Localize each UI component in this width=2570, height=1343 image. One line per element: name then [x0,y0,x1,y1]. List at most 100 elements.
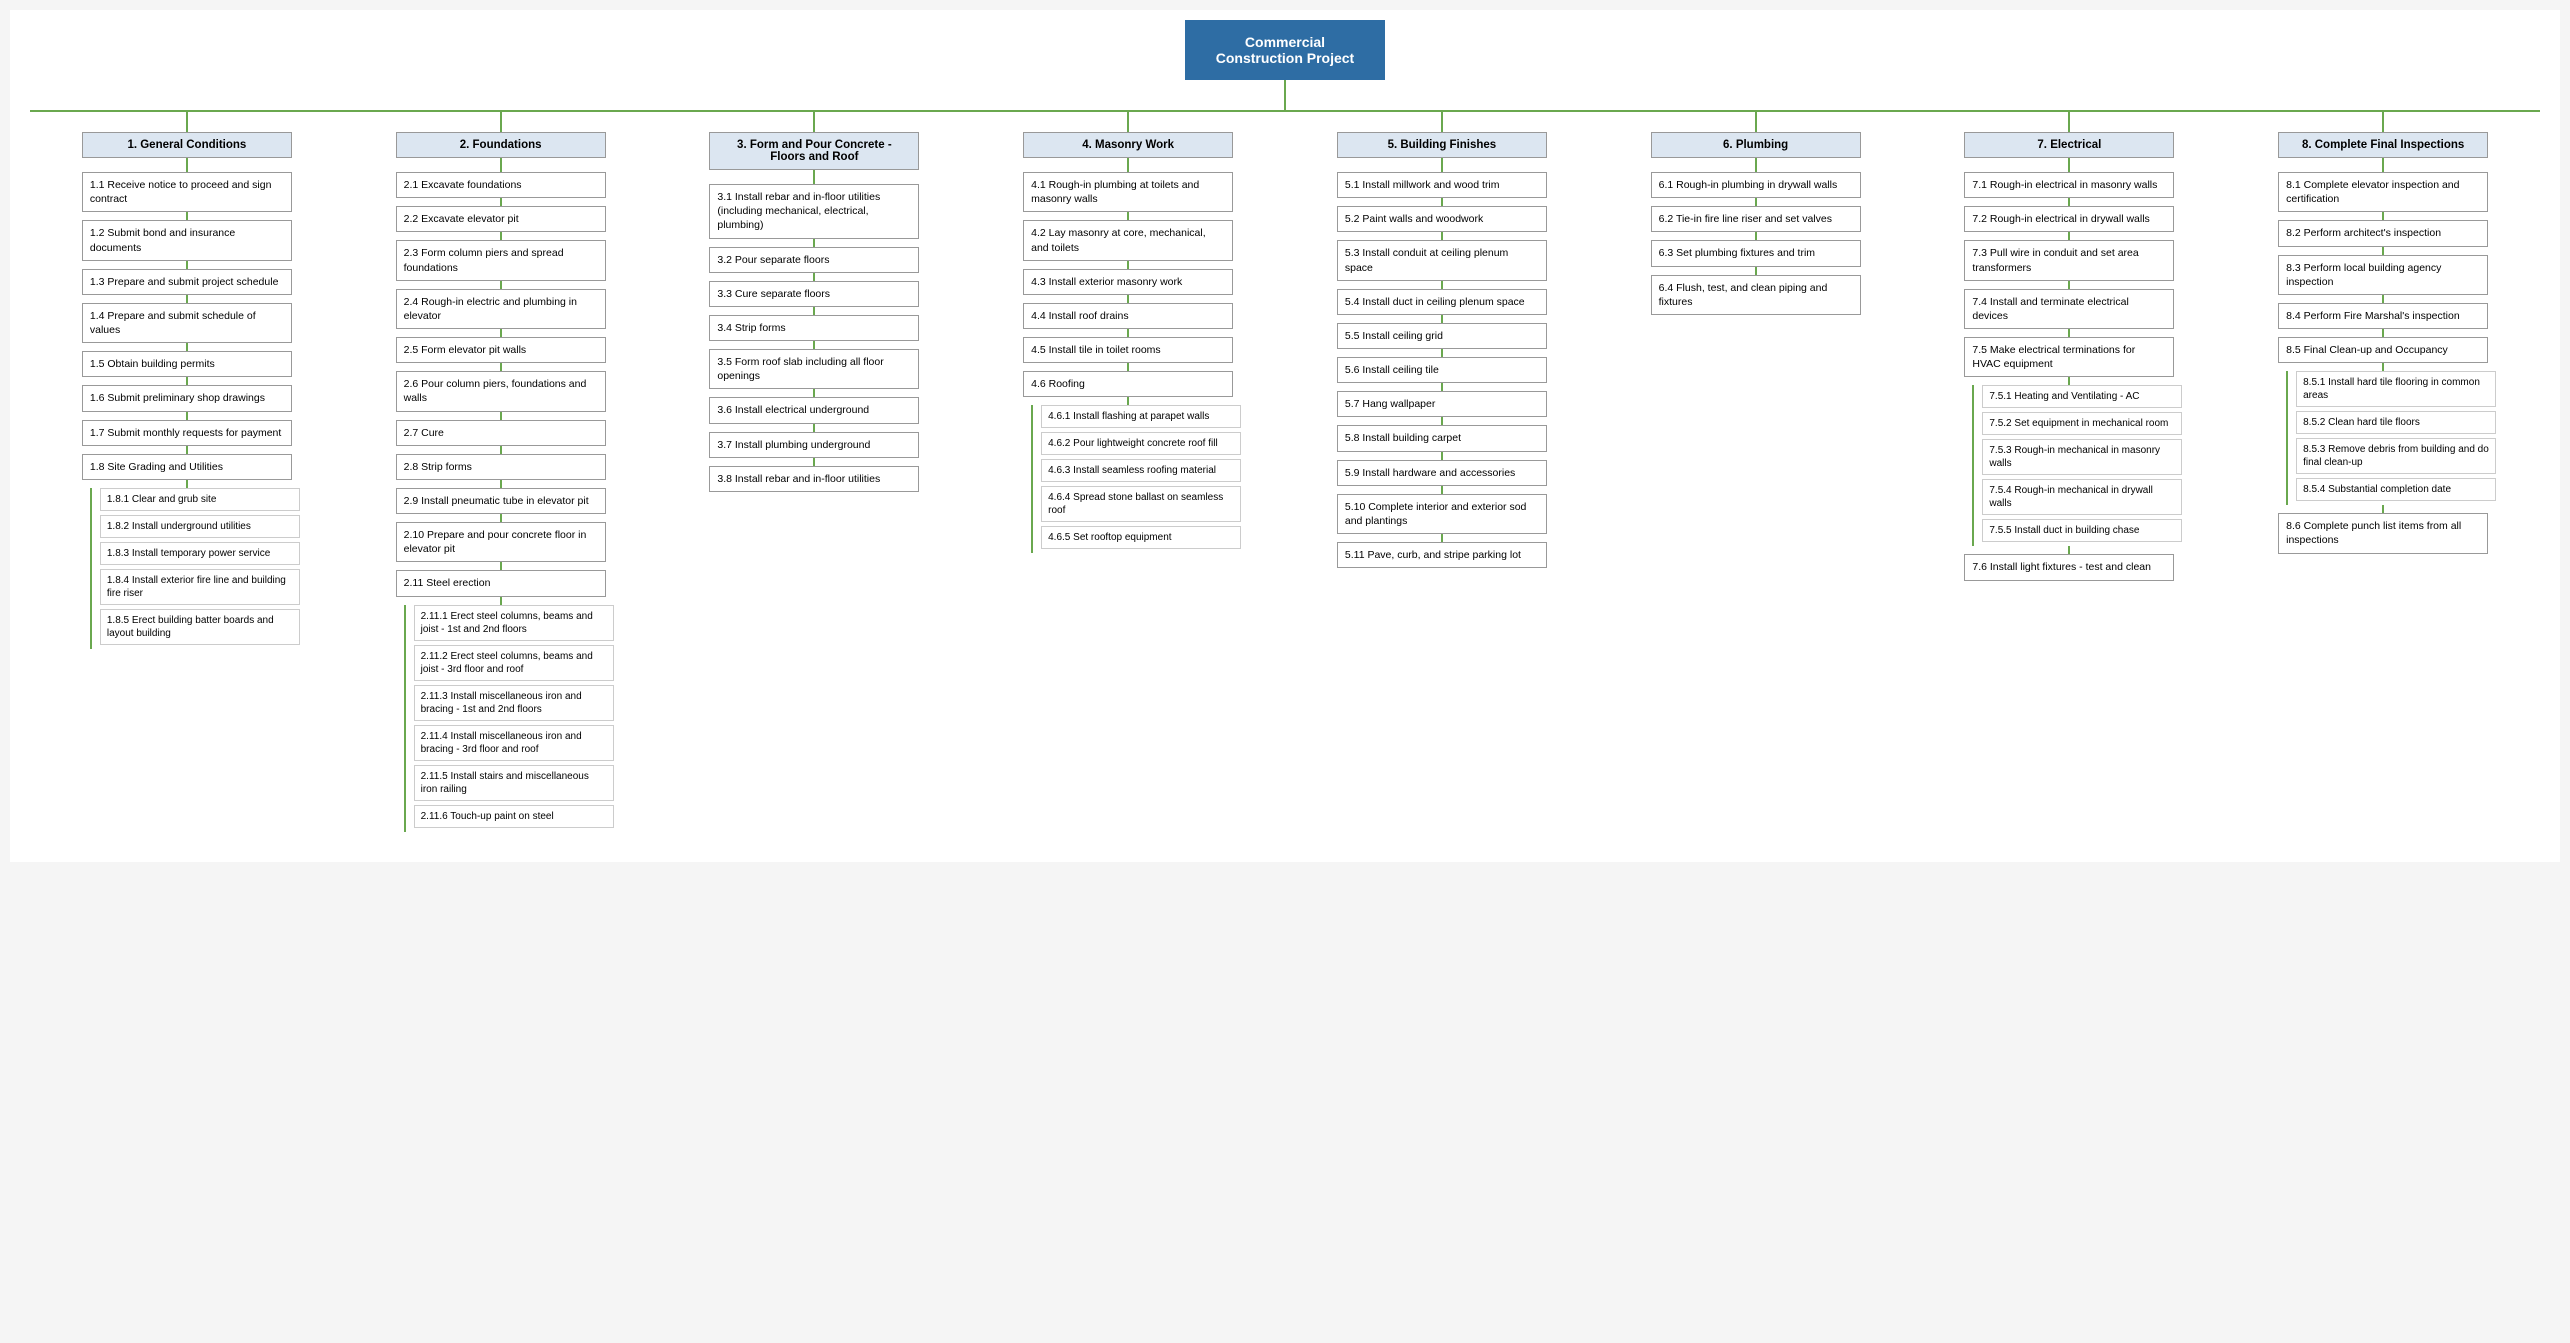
item-wrapper: 5.2 Paint walls and woodwork [1337,206,1547,232]
item-wrapper: 3.6 Install electrical underground [709,397,919,423]
item-connector [813,458,815,466]
item-wrapper: 7.2 Rough-in electrical in drywall walls [1964,206,2174,232]
item-wrapper: 4.3 Install exterior masonry work [1023,269,1233,295]
items-list-col5: 5.1 Install millwork and wood trim5.2 Pa… [1337,172,1547,568]
item-connector [1127,363,1129,371]
root-title: Commercial Construction Project [1216,34,1354,66]
item-wrapper: 5.11 Pave, curb, and stripe parking lot [1337,542,1547,568]
item-box-5.6: 5.6 Install ceiling tile [1337,357,1547,383]
subitem-4.6.5: 4.6.5 Set rooftop equipment [1041,526,1241,549]
subitem-2.11.2: 2.11.2 Erect steel columns, beams and jo… [414,645,614,681]
columns-row: 1. General Conditions1.1 Receive notice … [30,110,2540,832]
subitems-1.8: 1.8.1 Clear and grub site1.8.2 Install u… [90,488,300,649]
item-box-5.2: 5.2 Paint walls and woodwork [1337,206,1547,232]
subitem-7.5.3: 7.5.3 Rough-in mechanical in masonry wal… [1982,439,2182,475]
item-wrapper: 2.5 Form elevator pit walls [396,337,606,363]
item-wrapper: 2.11 Steel erection2.11.1 Erect steel co… [396,570,606,831]
item-connector [813,389,815,397]
item-wrapper: 4.6 Roofing4.6.1 Install flashing at par… [1023,371,1233,553]
col-top-connector-col7 [2068,112,2070,132]
subitem-2.11.5: 2.11.5 Install stairs and miscellaneous … [414,765,614,801]
item-box-4.3: 4.3 Install exterior masonry work [1023,269,1233,295]
item-box-2.6: 2.6 Pour column piers, foundations and w… [396,371,606,411]
header-connector-col5 [1441,158,1443,172]
item-connector [813,307,815,315]
item-connector [500,446,502,454]
item-wrapper: 3.3 Cure separate floors [709,281,919,307]
subitems-8.5: 8.5.1 Install hard tile flooring in comm… [2286,371,2496,505]
item-box-1.1: 1.1 Receive notice to proceed and sign c… [82,172,292,212]
item-box-2.8: 2.8 Strip forms [396,454,606,480]
subitem-8.5.2: 8.5.2 Clean hard tile floors [2296,411,2496,434]
item-box-3.8: 3.8 Install rebar and in-floor utilities [709,466,919,492]
item-wrapper: 7.3 Pull wire in conduit and set area tr… [1964,240,2174,280]
item-connector [186,212,188,220]
col-top-connector-col5 [1441,112,1443,132]
subitem-2.11.1: 2.11.1 Erect steel columns, beams and jo… [414,605,614,641]
item-box-7.2: 7.2 Rough-in electrical in drywall walls [1964,206,2174,232]
item-connector [1441,232,1443,240]
col-header-col3: 3. Form and Pour Concrete - Floors and R… [709,132,919,170]
root-connector [1284,80,1286,110]
items-list-col7: 7.1 Rough-in electrical in masonry walls… [1964,172,2174,581]
item-wrapper: 2.9 Install pneumatic tube in elevator p… [396,488,606,514]
item-wrapper: 4.4 Install roof drains [1023,303,1233,329]
subitem-7.5.1: 7.5.1 Heating and Ventilating - AC [1982,385,2182,408]
item-connector [1441,383,1443,391]
column-col4: 4. Masonry Work 4.1 Rough-in plumbing at … [971,112,1285,553]
item-wrapper: 8.3 Perform local building agency inspec… [2278,255,2488,295]
item-box-5.8: 5.8 Install building carpet [1337,425,1547,451]
item-connector [1755,267,1757,275]
item-connector [1441,486,1443,494]
item-wrapper: 4.1 Rough-in plumbing at toilets and mas… [1023,172,1233,212]
col-header-col4: 4. Masonry Work [1023,132,1233,158]
item-box-5.5: 5.5 Install ceiling grid [1337,323,1547,349]
col-header-col6: 6. Plumbing [1651,132,1861,158]
item-wrapper: 1.7 Submit monthly requests for payment [82,420,292,446]
item-wrapper: 5.8 Install building carpet [1337,425,1547,451]
subitem-1.8.2: 1.8.2 Install underground utilities [100,515,300,538]
item-box-2.2: 2.2 Excavate elevator pit [396,206,606,232]
item-wrapper: 2.7 Cure [396,420,606,446]
item-box-8.6: 8.6 Complete punch list items from all i… [2278,513,2488,553]
item-connector [813,424,815,432]
item-wrapper: 7.5 Make electrical terminations for HVA… [1964,337,2174,546]
item-wrapper: 3.8 Install rebar and in-floor utilities [709,466,919,492]
items-list-col8: 8.1 Complete elevator inspection and cer… [2278,172,2488,554]
item-wrapper: 3.2 Pour separate floors [709,247,919,273]
item-wrapper: 8.4 Perform Fire Marshal's inspection [2278,303,2488,329]
item-wrapper: 1.2 Submit bond and insurance documents [82,220,292,260]
item-wrapper: 6.2 Tie-in fire line riser and set valve… [1651,206,1861,232]
item-connector [500,329,502,337]
item-connector [2382,329,2384,337]
col-top-connector-col8 [2382,112,2384,132]
item-wrapper: 3.7 Install plumbing underground [709,432,919,458]
subitem-7.5.4: 7.5.4 Rough-in mechanical in drywall wal… [1982,479,2182,515]
item-connector [500,198,502,206]
column-col2: 2. Foundations2.1 Excavate foundations2.… [344,112,658,832]
col-top-connector-col4 [1127,112,1129,132]
item-wrapper: 1.1 Receive notice to proceed and sign c… [82,172,292,212]
item-wrapper: 2.6 Pour column piers, foundations and w… [396,371,606,411]
column-col3: 3. Form and Pour Concrete - Floors and R… [658,112,972,492]
col-header-col2: 2. Foundations [396,132,606,158]
subitem-2.11.3: 2.11.3 Install miscellaneous iron and br… [414,685,614,721]
item-wrapper: 6.4 Flush, test, and clean piping and fi… [1651,275,1861,315]
subitems-4.6: 4.6.1 Install flashing at parapet walls4… [1031,405,1241,553]
item-box-4.5: 4.5 Install tile in toilet rooms [1023,337,1233,363]
item-connector [2068,281,2070,289]
item-connector [2068,546,2070,554]
item-box-3.3: 3.3 Cure separate floors [709,281,919,307]
sub-connector [500,597,502,605]
item-wrapper: 2.3 Form column piers and spread foundat… [396,240,606,280]
item-connector [500,514,502,522]
col-top-connector-col2 [500,112,502,132]
header-connector-col4 [1127,158,1129,172]
item-wrapper: 6.3 Set plumbing fixtures and trim [1651,240,1861,266]
item-wrapper: 1.3 Prepare and submit project schedule [82,269,292,295]
subitem-1.8.5: 1.8.5 Erect building batter boards and l… [100,609,300,645]
item-connector [1755,198,1757,206]
item-wrapper: 3.1 Install rebar and in-floor utilities… [709,184,919,239]
item-box-2.10: 2.10 Prepare and pour concrete floor in … [396,522,606,562]
item-box-6.3: 6.3 Set plumbing fixtures and trim [1651,240,1861,266]
